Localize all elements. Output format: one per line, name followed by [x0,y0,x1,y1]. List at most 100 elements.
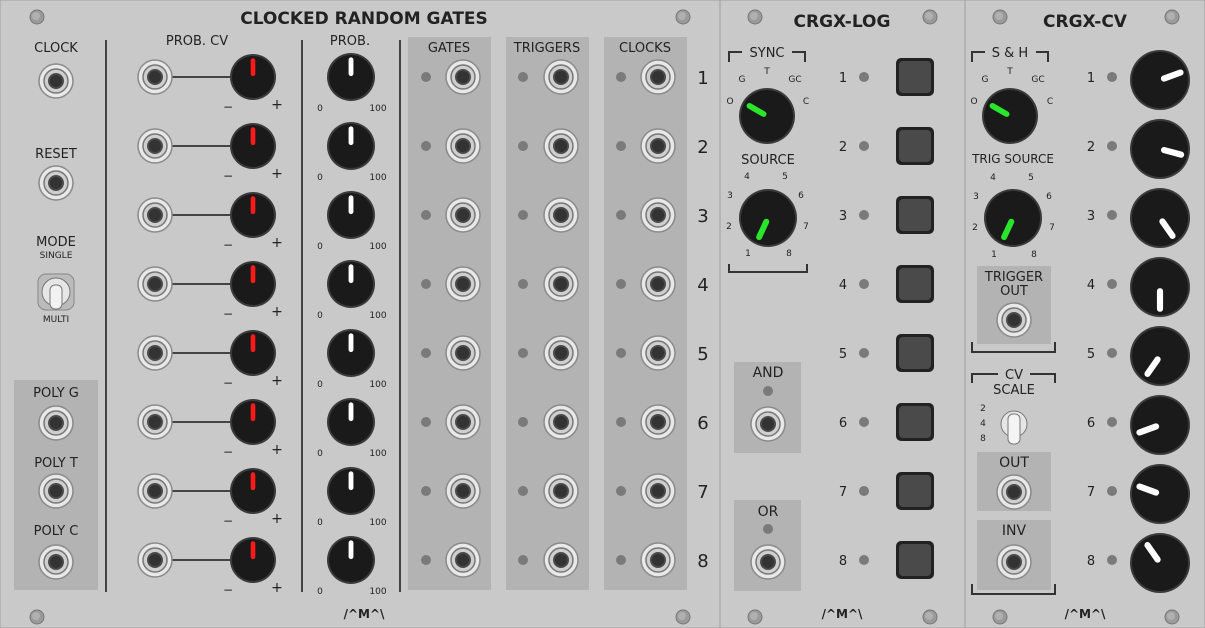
log-mute-button[interactable] [896,58,934,96]
log-mute-button[interactable] [896,541,934,579]
clock-output-jack[interactable] [640,266,676,302]
cv-inverted-output-jack[interactable] [996,544,1032,580]
reset-input-jack[interactable] [38,165,74,201]
prob-cv-input-jack[interactable] [137,542,173,578]
source-select-knob[interactable] [739,189,797,247]
minus-label: − [223,307,233,321]
gate-output-jack[interactable] [445,335,481,371]
log-mute-button[interactable] [896,334,934,372]
prob-cv-input-jack[interactable] [137,197,173,233]
trigger-output-jack[interactable] [543,59,579,95]
trigger-output-jack[interactable] [543,266,579,302]
clock-output-jack[interactable] [640,335,676,371]
gate-output-jack[interactable] [445,197,481,233]
prob-max-label: 100 [369,380,386,390]
probability-knob[interactable] [327,260,375,308]
prob-cv-attenuverter-knob[interactable] [230,537,276,583]
prob-cv-input-jack[interactable] [137,335,173,371]
prob-cv-attenuverter-knob[interactable] [230,399,276,445]
cv-level-knob[interactable] [1130,50,1190,110]
plus-label: + [271,511,283,527]
probability-knob[interactable] [327,191,375,239]
prob-cv-attenuverter-knob[interactable] [230,54,276,100]
gate-led [421,279,431,289]
probability-knob[interactable] [327,329,375,377]
gate-output-jack[interactable] [445,266,481,302]
trig-source-tick-label: 6 [1046,192,1052,202]
trigger-output-jack[interactable] [543,335,579,371]
probability-knob[interactable] [327,467,375,515]
cv-level-knob[interactable] [1130,533,1190,593]
prob-cv-input-jack[interactable] [137,266,173,302]
gate-output-jack[interactable] [445,473,481,509]
trig-source-label: TRIG SOURCE [971,152,1054,166]
cv-output-jack[interactable] [996,474,1032,510]
gate-output-jack[interactable] [445,59,481,95]
plus-label: + [271,304,283,320]
trigger-output-jack[interactable] [543,197,579,233]
screw-icon [675,9,691,25]
prob-cv-input-jack[interactable] [137,404,173,440]
trigger-output-jack[interactable] [543,128,579,164]
minus-label: − [223,445,233,459]
log-mute-button[interactable] [896,472,934,510]
log-mute-button[interactable] [896,403,934,441]
cv-level-knob[interactable] [1130,257,1190,317]
prob-cv-input-jack[interactable] [137,59,173,95]
prob-cv-attenuverter-knob[interactable] [230,330,276,376]
module-title: CRGX-LOG [794,12,891,32]
prob-cv-attenuverter-knob[interactable] [230,468,276,514]
prob-max-label: 100 [369,104,386,114]
trigger-output-jack[interactable] [543,542,579,578]
brand-logo: /^M^\ [822,607,863,621]
probability-knob[interactable] [327,398,375,446]
trigger-output-jack[interactable] [996,302,1032,338]
minus-label: − [223,238,233,252]
clock-output-jack[interactable] [640,59,676,95]
brand-logo: /^M^\ [1065,607,1106,621]
sample-hold-mode-knob[interactable] [982,88,1038,144]
probability-knob[interactable] [327,53,375,101]
or-output-jack[interactable] [750,544,786,580]
poly-t-output-jack[interactable] [38,473,74,509]
clock-output-jack[interactable] [640,542,676,578]
cv-level-knob[interactable] [1130,326,1190,386]
gate-output-jack[interactable] [445,404,481,440]
cv-led [1107,417,1117,427]
prob-cv-attenuverter-knob[interactable] [230,261,276,307]
prob-cv-attenuverter-knob[interactable] [230,192,276,238]
clock-output-jack[interactable] [640,197,676,233]
clock-output-jack[interactable] [640,128,676,164]
trigger-output-jack[interactable] [543,473,579,509]
clock-output-jack[interactable] [640,473,676,509]
prob-cv-attenuverter-knob[interactable] [230,123,276,169]
gate-output-jack[interactable] [445,128,481,164]
cv-level-knob[interactable] [1130,464,1190,524]
clock-input-jack[interactable] [38,63,74,99]
mode-toggle-switch[interactable] [37,273,75,311]
probability-knob[interactable] [327,536,375,584]
prob-min-label: 0 [317,587,323,597]
poly-g-output-jack[interactable] [38,405,74,441]
cv-level-knob[interactable] [1130,395,1190,455]
and-output-jack[interactable] [750,406,786,442]
cv-led [1107,210,1117,220]
prob-max-label: 100 [369,518,386,528]
sync-t-label: T [763,67,770,77]
trigger-output-jack[interactable] [543,404,579,440]
log-led [859,486,869,496]
probability-knob[interactable] [327,122,375,170]
cv-level-knob[interactable] [1130,188,1190,248]
poly-c-output-jack[interactable] [38,544,74,580]
gate-output-jack[interactable] [445,542,481,578]
sync-mode-knob[interactable] [739,88,795,144]
prob-cv-input-jack[interactable] [137,128,173,164]
log-mute-button[interactable] [896,265,934,303]
log-mute-button[interactable] [896,127,934,165]
trig-source-knob[interactable] [984,189,1042,247]
prob-min-label: 0 [317,242,323,252]
clock-output-jack[interactable] [640,404,676,440]
log-mute-button[interactable] [896,196,934,234]
prob-cv-input-jack[interactable] [137,473,173,509]
cv-level-knob[interactable] [1130,119,1190,179]
